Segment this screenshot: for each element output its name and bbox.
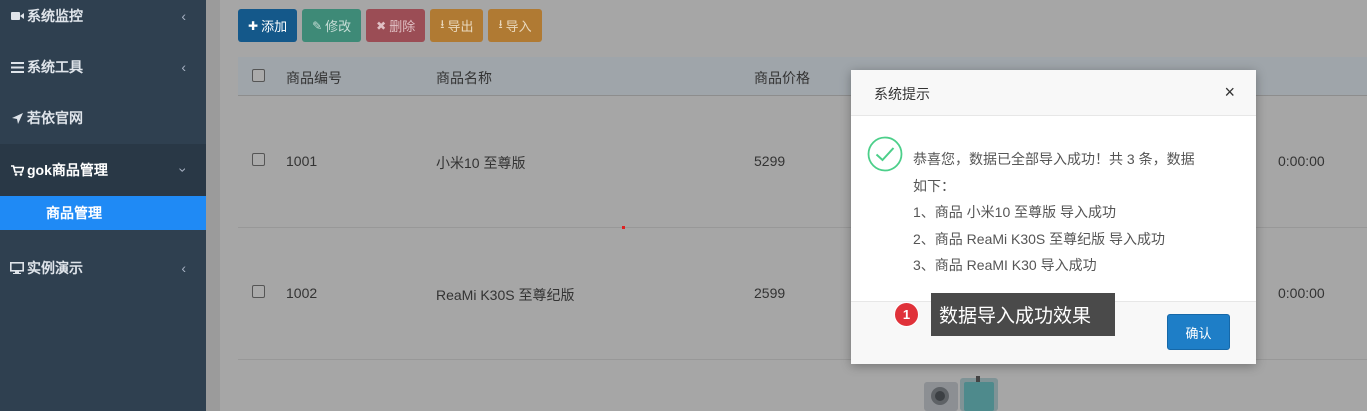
sidebar-item-label: 实例演示 [27, 260, 83, 276]
delete-button-label: 删除 [389, 19, 416, 34]
chevron-left-icon: ‹ [181, 8, 186, 24]
chevron-left-icon: ‹ [181, 260, 186, 276]
cell-name: ReaMi K30S 至尊纪版 [436, 287, 575, 303]
toolbar: ✚ 添加 ✎ 修改 ✖ 删除 ⭳ 导出 ⭳ 导入 [238, 9, 542, 42]
cell-time: 0:00:00 [1278, 153, 1325, 169]
add-button[interactable]: ✚ 添加 [238, 9, 298, 42]
sidebar-item-examples[interactable]: 实例演示 ‹ [0, 242, 206, 294]
sidebar-item-label: gok商品管理 [27, 162, 108, 178]
chevron-down-icon: › [175, 167, 192, 173]
sidebar-item-system-tools[interactable]: 系统工具 ‹ [0, 41, 206, 93]
cart-icon [9, 164, 25, 176]
location-arrow-icon [9, 112, 25, 124]
import-button-label: 导入 [505, 19, 532, 34]
row-checkbox[interactable] [252, 153, 265, 166]
sidebar: 系统监控 ‹ 系统工具 ‹ 若依官网 gok商品管理 › 商品管理 实例演示 ‹ [0, 0, 206, 411]
desktop-icon [9, 262, 25, 274]
column-header-price: 商品价格 [754, 70, 810, 86]
close-icon: ✖ [376, 18, 387, 33]
message-line: 1、商品 小米10 至尊版 导入成功 [913, 204, 1117, 220]
sidebar-item-gok-goods[interactable]: gok商品管理 › [0, 144, 206, 196]
dialog-body: 恭喜您，数据已全部导入成功！共 3 条，数据 如下： 1、商品 小米10 至尊版… [851, 116, 1256, 301]
plus-icon: ✚ [248, 18, 259, 33]
cell-time: 0:00:00 [1278, 285, 1325, 301]
red-dot [622, 226, 625, 229]
sidebar-item-system-monitor[interactable]: 系统监控 ‹ [0, 0, 206, 42]
export-button[interactable]: ⭳ 导出 [430, 9, 484, 42]
cell-id: 1001 [286, 153, 318, 169]
cell-price: 2599 [754, 285, 786, 301]
sidebar-item-ruoyi-site[interactable]: 若依官网 [0, 92, 206, 144]
message-line: 恭喜您，数据已全部导入成功！共 3 条，数据 [913, 151, 1195, 167]
success-check-icon [867, 136, 903, 172]
step-badge: 1 [894, 302, 919, 327]
add-button-label: 添加 [261, 19, 288, 34]
import-button[interactable]: ⭳ 导入 [488, 9, 542, 42]
bars-icon [9, 61, 25, 73]
sidebar-item-label: 系统工具 [27, 59, 83, 75]
dialog-title: 系统提示 [874, 86, 930, 102]
column-header-id: 商品编号 [286, 70, 342, 86]
delete-button[interactable]: ✖ 删除 [366, 9, 426, 42]
dialog-message: 恭喜您，数据已全部导入成功！共 3 条，数据 如下： 1、商品 小米10 至尊版… [913, 146, 1253, 279]
message-line: 2、商品 ReaMi K30S 至尊纪版 导入成功 [913, 230, 1166, 247]
cell-price: 5299 [754, 153, 786, 169]
sidebar-subitem-goods-management[interactable]: 商品管理 [0, 196, 206, 230]
edit-icon: ✎ [312, 18, 323, 33]
edit-button[interactable]: ✎ 修改 [302, 9, 362, 42]
download-icon: ⭳ [440, 17, 445, 31]
upload-icon: ⭳ [498, 17, 503, 31]
video-camera-icon [9, 11, 25, 21]
message-line: 3、商品 ReaMI K30 导入成功 [913, 257, 1097, 273]
cell-id: 1002 [286, 285, 318, 301]
select-all-checkbox[interactable] [252, 69, 265, 82]
row-checkbox[interactable] [252, 285, 265, 298]
export-button-label: 导出 [447, 19, 474, 34]
confirm-button[interactable]: 确认 [1167, 314, 1230, 350]
dialog-header: 系统提示 × [851, 70, 1256, 116]
annotation-tooltip: 数据导入成功效果 [931, 293, 1115, 336]
sidebar-item-label: 系统监控 [27, 8, 83, 24]
cell-name: 小米10 至尊版 [436, 155, 526, 171]
product-image [924, 376, 998, 411]
close-icon[interactable]: × [1224, 83, 1235, 101]
sidebar-item-label: 若依官网 [27, 110, 83, 126]
message-line: 如下： [913, 177, 955, 194]
column-header-name: 商品名称 [436, 70, 492, 86]
edit-button-label: 修改 [325, 19, 352, 34]
chevron-left-icon: ‹ [181, 59, 186, 75]
